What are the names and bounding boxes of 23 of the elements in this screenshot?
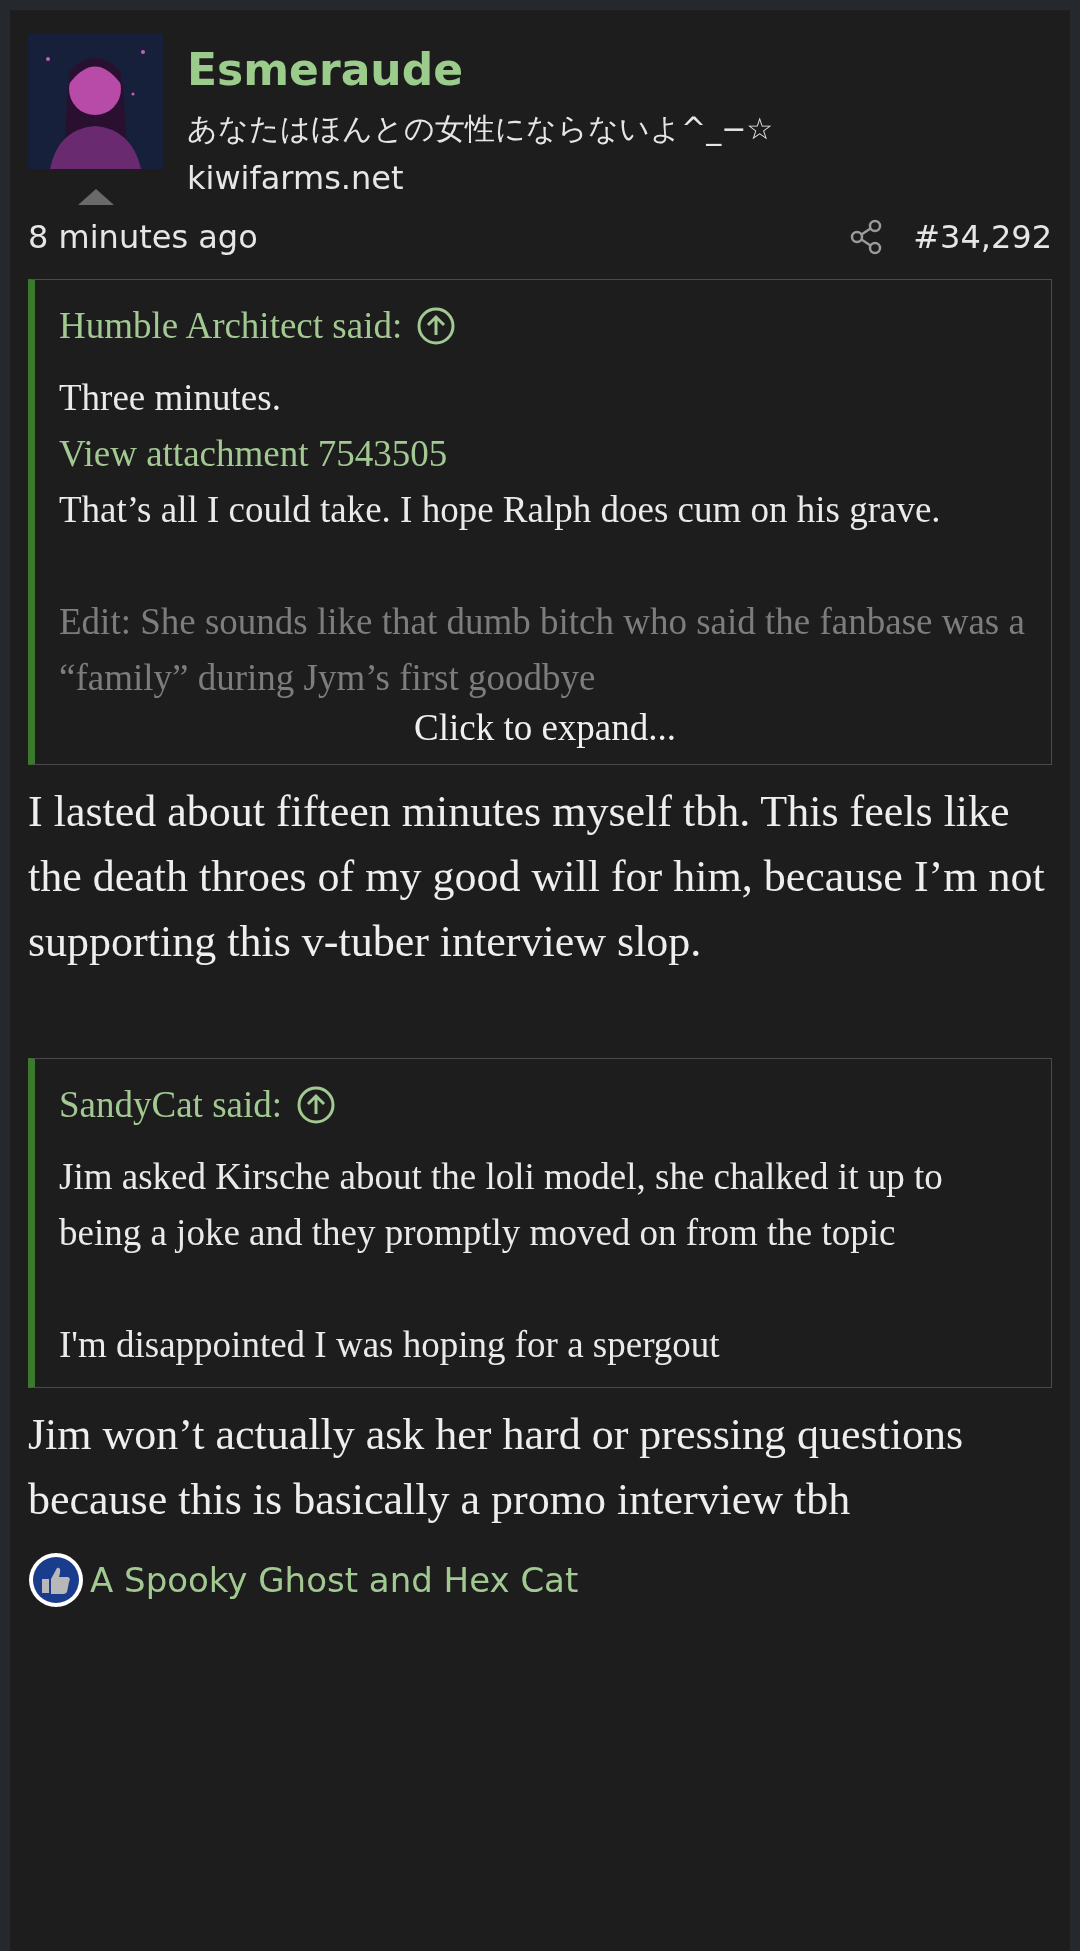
jump-up-icon[interactable]	[416, 306, 457, 346]
attachment-link[interactable]: View attachment 7543505	[59, 426, 448, 482]
post-text: I lasted about fifteen minutes myself tbh. This feels like the death throes of my good will for him, because I’m not supporting this v-tuber interview slop.	[28, 786, 1046, 968]
thumbs-up-icon	[28, 1552, 84, 1608]
avatar[interactable]	[28, 34, 163, 169]
quote-text: I'm disappointed I was hoping for a spergout	[59, 1323, 721, 1367]
user-title: あなたはほんとの女性にならないよ^_−☆	[187, 110, 774, 148]
quote-text: That’s all I could take. I hope Ralph does cum on his grave.	[59, 488, 942, 532]
share-icon[interactable]	[849, 219, 884, 255]
quote-author[interactable]: Humble Architect said:	[59, 298, 403, 354]
post-time[interactable]: 8 minutes ago	[28, 213, 258, 261]
caret-up-icon	[77, 189, 114, 205]
reaction-names[interactable]: A Spooky Ghost and Hex Cat	[90, 1554, 579, 1606]
quote-text: Jim asked Kirsche about the loli model, she chalked it up to being a joke and they promptly moved on from the topic	[59, 1155, 944, 1255]
jump-up-icon[interactable]	[296, 1085, 336, 1125]
post-text: Jim won’t actually ask her hard or pressing questions because this is basically a promo interview tbh	[28, 1409, 965, 1526]
post-number[interactable]: #34,292	[913, 213, 1052, 261]
user-site: kiwifarms.net	[187, 158, 405, 199]
faded-quote-text: Edit: She sounds like that dumb bitch who said the fanbase was a “family” during Jym’s first goodbye	[59, 600, 1026, 700]
username[interactable]: Esmeraude	[187, 42, 774, 98]
quote-author[interactable]: SandyCat said:	[59, 1077, 282, 1133]
quote-text: Three minutes.	[59, 376, 282, 420]
expand-link[interactable]: Click to expand...	[413, 706, 676, 750]
